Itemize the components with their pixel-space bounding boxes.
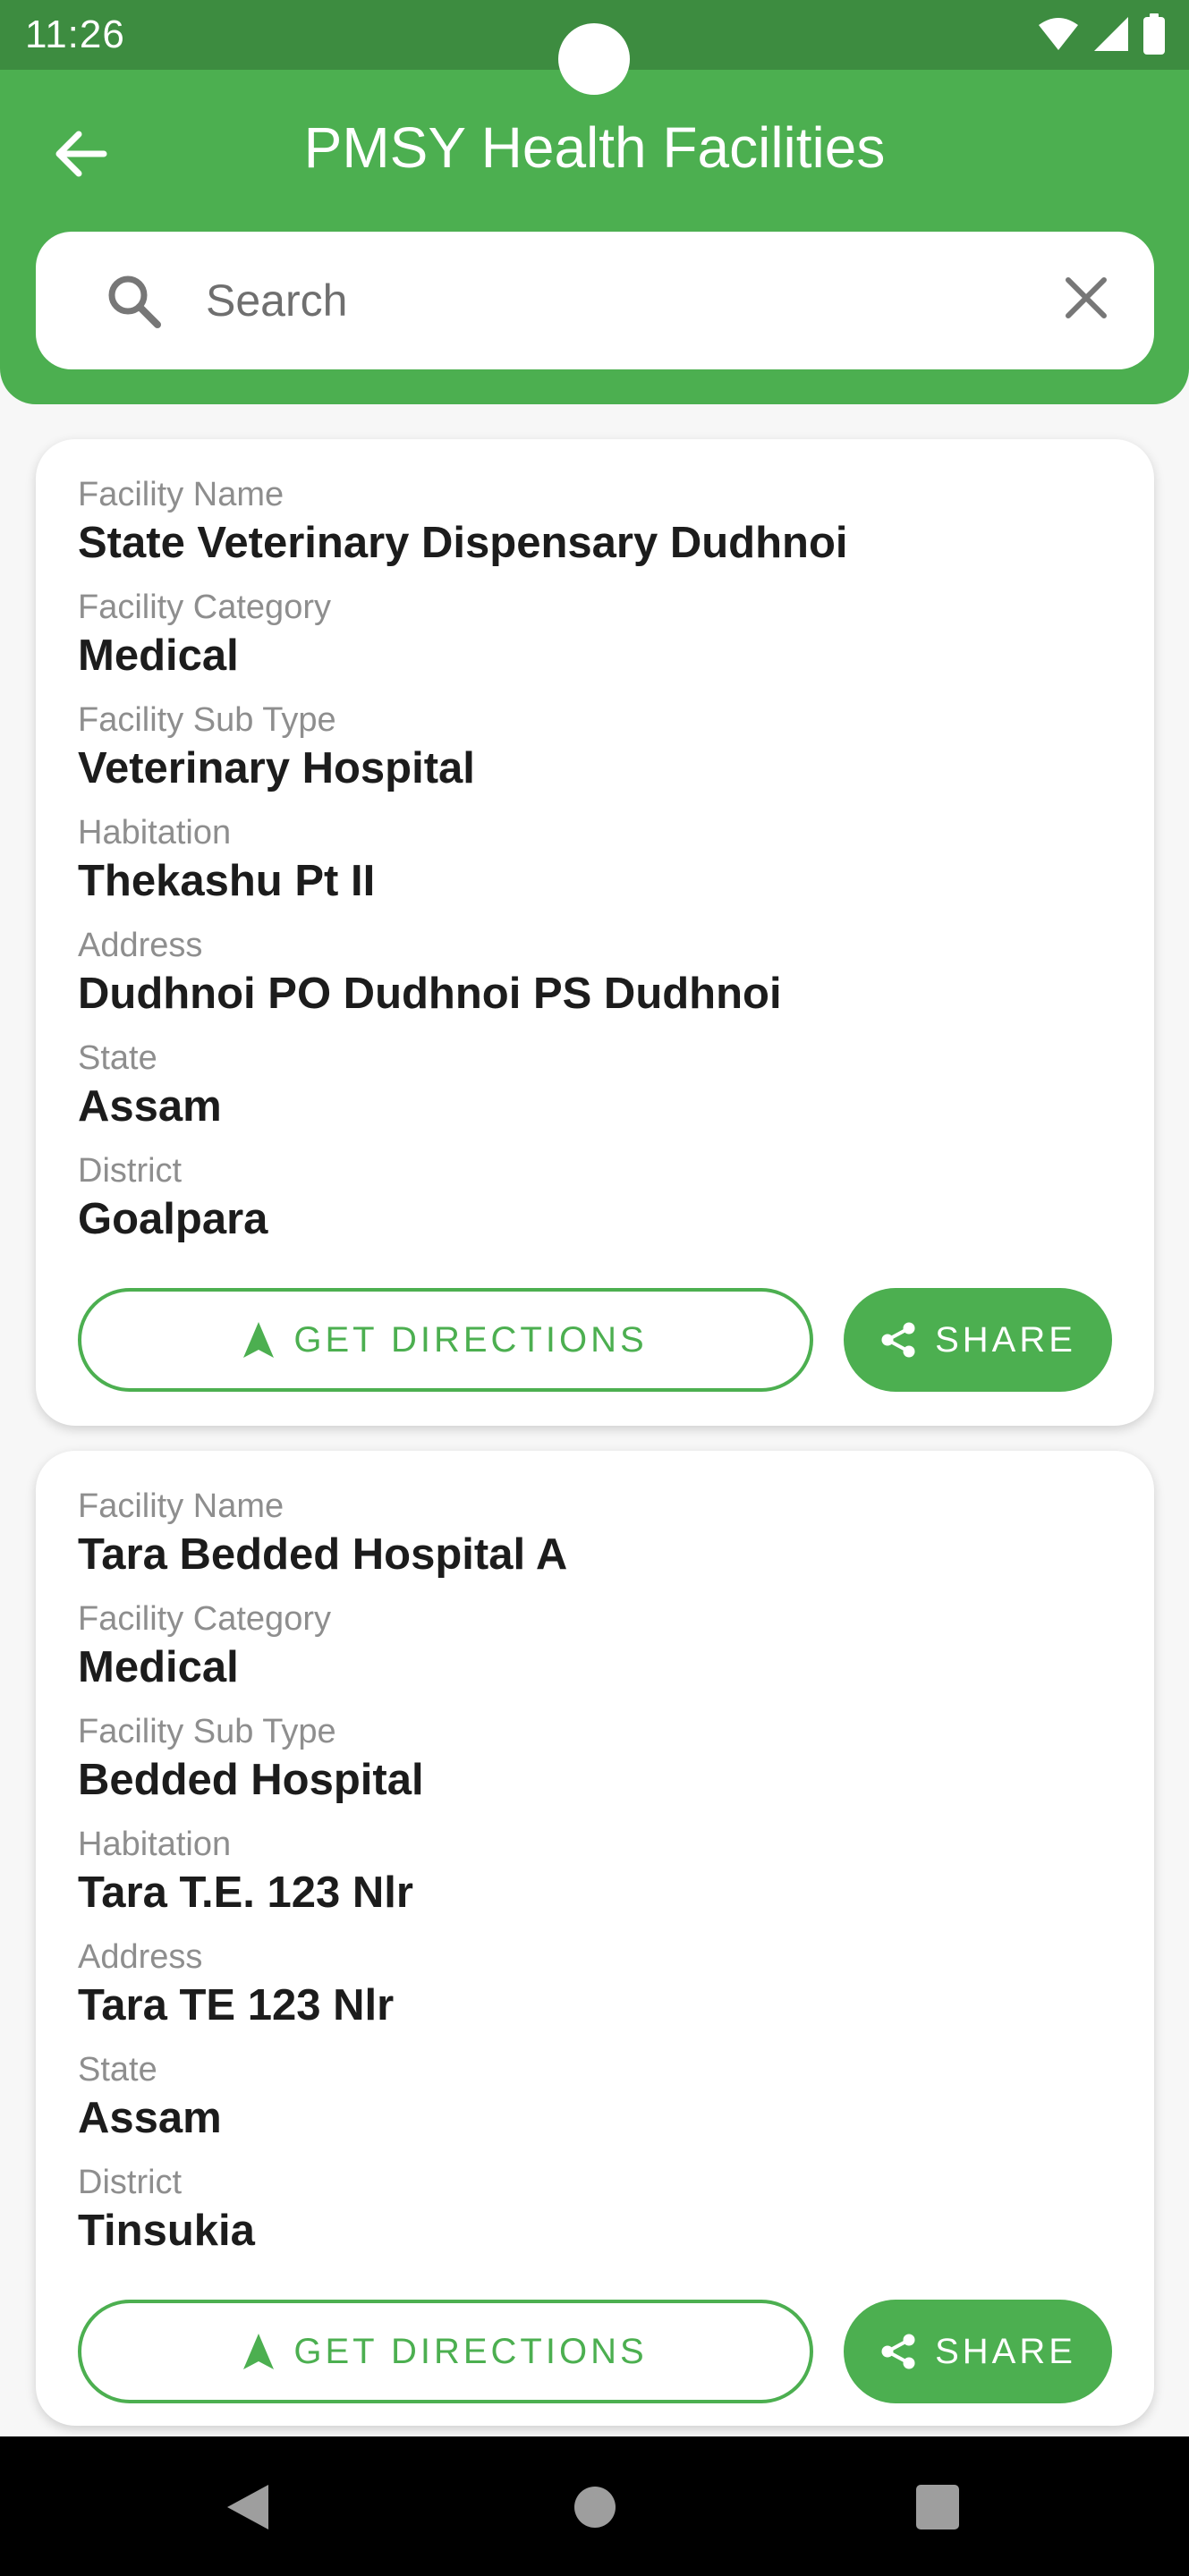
field-label: State <box>78 1039 157 1077</box>
home-nav-icon[interactable] <box>573 2483 617 2531</box>
field-district: District Tinsukia <box>78 2163 567 2275</box>
share-label: SHARE <box>935 2331 1076 2371</box>
field-label: Facility Sub Type <box>78 1713 336 1750</box>
field-label: District <box>78 1152 183 1190</box>
field-value: Medical <box>78 1643 239 1691</box>
navigation-icon <box>243 1322 275 1358</box>
field-value: Assam <box>78 2094 222 2142</box>
app-bar: PMSY Health Facilities <box>0 70 1189 404</box>
field-value: Dudhnoi PO Dudhnoi PS Dudhnoi <box>78 970 782 1018</box>
get-directions-label: GET DIRECTIONS <box>293 1319 648 1360</box>
field-label: Facility Sub Type <box>78 701 336 739</box>
field-facility-name: Facility Name State Veterinary Dispensar… <box>78 475 848 588</box>
field-label: Facility Category <box>78 1600 331 1638</box>
field-value: State Veterinary Dispensary Dudhnoi <box>78 519 848 567</box>
field-facility-name: Facility Name Tara Bedded Hospital A <box>78 1487 567 1599</box>
field-district: District Goalpara <box>78 1151 848 1264</box>
search-bar <box>36 232 1154 369</box>
status-icons <box>1037 13 1166 55</box>
close-icon[interactable] <box>1063 275 1109 321</box>
share-icon <box>881 1322 915 1358</box>
field-value: Tinsukia <box>78 2207 255 2255</box>
field-label: Facility Name <box>78 476 285 513</box>
field-label: Address <box>78 927 203 964</box>
battery-icon <box>1143 13 1165 55</box>
facility-fields: Facility Name Tara Bedded Hospital A Fac… <box>78 1487 567 2275</box>
get-directions-button[interactable]: GET DIRECTIONS <box>78 2300 813 2403</box>
field-value: Assam <box>78 1082 222 1131</box>
field-address: Address Dudhnoi PO Dudhnoi PS Dudhnoi <box>78 926 848 1038</box>
field-habitation: Habitation Tara T.E. 123 Nlr <box>78 1825 567 1937</box>
field-value: Bedded Hospital <box>78 1756 424 1804</box>
wifi-icon <box>1039 18 1078 50</box>
facility-fields: Facility Name State Veterinary Dispensar… <box>78 475 848 1264</box>
share-button[interactable]: SHARE <box>844 1288 1112 1392</box>
search-icon <box>108 275 161 328</box>
share-icon <box>881 2334 915 2369</box>
card-actions: GET DIRECTIONS SHARE <box>78 1288 1112 1392</box>
field-facility-category: Facility Category Medical <box>78 1599 567 1712</box>
system-nav-bar <box>0 2436 1189 2576</box>
field-value: Tara Bedded Hospital A <box>78 1530 568 1579</box>
field-label: State <box>78 2051 157 2089</box>
signal-icon <box>1094 17 1128 51</box>
field-label: Address <box>78 1938 203 1976</box>
field-facility-sub-type: Facility Sub Type Bedded Hospital <box>78 1712 567 1825</box>
facility-card: Facility Name Tara Bedded Hospital A Fac… <box>36 1451 1154 2426</box>
field-label: District <box>78 2164 183 2201</box>
field-label: Habitation <box>78 814 232 852</box>
field-label: Facility Category <box>78 589 331 626</box>
recents-nav-icon[interactable] <box>914 2483 961 2531</box>
facility-card: Facility Name State Veterinary Dispensar… <box>36 439 1154 1426</box>
field-state: State Assam <box>78 1038 848 1151</box>
camera-cutout <box>558 23 630 95</box>
field-value: Thekashu Pt II <box>78 857 376 905</box>
field-value: Goalpara <box>78 1195 268 1243</box>
field-label: Habitation <box>78 1826 232 1863</box>
share-button[interactable]: SHARE <box>844 2300 1112 2403</box>
card-actions: GET DIRECTIONS SHARE <box>78 2300 1112 2403</box>
status-time: 11:26 <box>25 13 125 56</box>
get-directions-button[interactable]: GET DIRECTIONS <box>78 1288 813 1392</box>
field-value: Veterinary Hospital <box>78 744 475 792</box>
search-input[interactable] <box>206 262 1011 339</box>
status-bar: 11:26 <box>0 0 1189 95</box>
field-facility-category: Facility Category Medical <box>78 588 848 700</box>
get-directions-label: GET DIRECTIONS <box>293 2331 648 2371</box>
field-facility-sub-type: Facility Sub Type Veterinary Hospital <box>78 700 848 813</box>
field-habitation: Habitation Thekashu Pt II <box>78 813 848 926</box>
page-title: PMSY Health Facilities <box>303 115 886 180</box>
share-label: SHARE <box>935 1319 1076 1360</box>
field-address: Address Tara TE 123 Nlr <box>78 1937 567 2050</box>
field-label: Facility Name <box>78 1487 285 1525</box>
field-value: Tara TE 123 Nlr <box>78 1981 395 2029</box>
navigation-icon <box>243 2334 275 2369</box>
field-state: State Assam <box>78 2050 567 2163</box>
field-value: Tara T.E. 123 Nlr <box>78 1868 413 1917</box>
field-value: Medical <box>78 631 239 680</box>
back-nav-icon[interactable] <box>224 2483 270 2531</box>
